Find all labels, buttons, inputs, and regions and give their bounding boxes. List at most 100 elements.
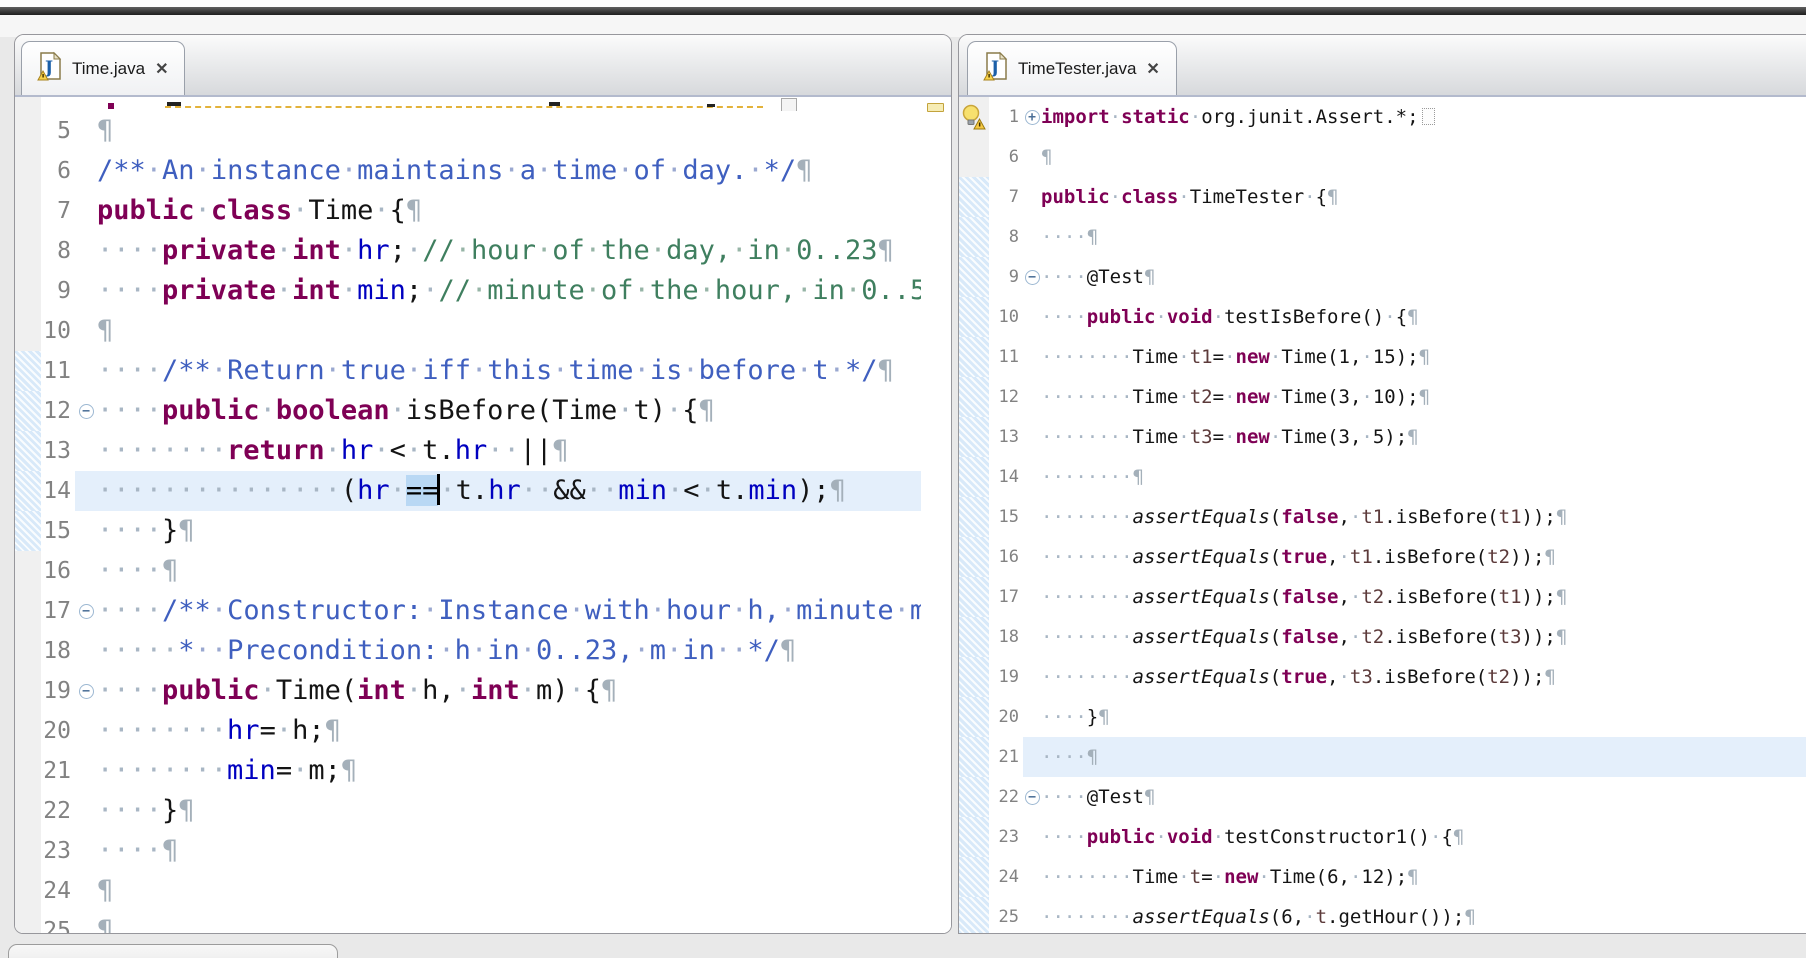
- annotation-gutter[interactable]: [15, 591, 41, 631]
- line-number[interactable]: 14: [41, 471, 75, 511]
- line-number[interactable]: 13: [41, 431, 75, 471]
- line-number[interactable]: 9: [41, 271, 75, 311]
- code-line-text[interactable]: ········Time·t2=·new·Time(3,·10);¶: [1041, 377, 1806, 417]
- change-indicator-bar[interactable]: [959, 457, 989, 497]
- fold-collapse-icon[interactable]: −: [1025, 790, 1040, 805]
- line-number[interactable]: 14: [989, 457, 1023, 497]
- code-line-text[interactable]: ········Time·t=·new·Time(6,·12);¶: [1041, 857, 1806, 897]
- code-line-text[interactable]: ····private·int·hr;·//·hour·of·the·day,·…: [97, 231, 951, 271]
- line-number[interactable]: 12: [989, 377, 1023, 417]
- line-number[interactable]: 8: [989, 217, 1023, 257]
- code-line-text[interactable]: ········assertEquals(false,·t1.isBefore(…: [1041, 497, 1806, 537]
- folded-region-box[interactable]: [1422, 108, 1435, 125]
- code-line-text[interactable]: /**·An·instance·maintains·a·time·of·day.…: [97, 151, 951, 191]
- line-number[interactable]: 24: [41, 871, 75, 911]
- fold-collapse-icon[interactable]: −: [79, 404, 94, 419]
- change-indicator-bar[interactable]: [959, 337, 989, 377]
- change-indicator-bar[interactable]: [959, 217, 989, 257]
- code-line-text[interactable]: ····@Test¶: [1041, 777, 1806, 817]
- code-line-text[interactable]: ····public·void·testIsBefore()·{¶: [1041, 297, 1806, 337]
- change-indicator-bar[interactable]: [959, 617, 989, 657]
- change-indicator-bar[interactable]: [959, 897, 989, 933]
- change-indicator-bar[interactable]: [959, 177, 989, 217]
- line-number[interactable]: 19: [989, 657, 1023, 697]
- line-number[interactable]: 11: [989, 337, 1023, 377]
- code-line-text[interactable]: ····public·boolean·isBefore(Time·t)·{¶: [97, 391, 951, 431]
- line-number[interactable]: 1: [989, 97, 1023, 137]
- annotation-gutter[interactable]: [15, 551, 41, 591]
- change-indicator-bar[interactable]: [959, 737, 989, 777]
- code-line-text[interactable]: ········¶: [1041, 457, 1806, 497]
- annotation-gutter[interactable]: [15, 911, 41, 933]
- code-line-text[interactable]: ····}¶: [97, 511, 951, 551]
- annotation-gutter[interactable]: [15, 751, 41, 791]
- change-indicator-bar[interactable]: [959, 577, 989, 617]
- line-number[interactable]: 6: [41, 151, 75, 191]
- line-number[interactable]: 17: [41, 591, 75, 631]
- annotation-gutter[interactable]: [15, 791, 41, 831]
- code-line-text[interactable]: public·class·TimeTester·{¶: [1041, 177, 1806, 217]
- code-line-text[interactable]: ····¶: [97, 551, 951, 591]
- line-number[interactable]: 18: [41, 631, 75, 671]
- line-number[interactable]: 24: [989, 857, 1023, 897]
- change-indicator-bar[interactable]: [959, 777, 989, 817]
- code-line-text[interactable]: ····/**·Return·true·iff·this·time·is·bef…: [97, 351, 951, 391]
- change-indicator-bar[interactable]: [959, 497, 989, 537]
- change-indicator-bar[interactable]: [15, 471, 41, 511]
- code-line-text[interactable]: ····}¶: [1041, 697, 1806, 737]
- code-line-text[interactable]: ····¶: [97, 831, 951, 871]
- code-line-text[interactable]: ········assertEquals(false,·t2.isBefore(…: [1041, 577, 1806, 617]
- line-number[interactable]: 13: [989, 417, 1023, 457]
- code-line-text[interactable]: ····private·int·min;·//·minute·of·the·ho…: [97, 271, 951, 311]
- change-indicator-bar[interactable]: [15, 351, 41, 391]
- fold-collapse-icon[interactable]: −: [1025, 270, 1040, 285]
- overview-ruler[interactable]: [921, 99, 951, 933]
- code-line-text[interactable]: ¶: [97, 311, 951, 351]
- code-editor-time-java[interactable]: 5 ¶ 6 /**·An·instance·maintains·a·time·of·d…: [15, 97, 951, 933]
- code-line-text[interactable]: ····@Test¶: [1041, 257, 1806, 297]
- change-indicator-bar[interactable]: [959, 857, 989, 897]
- change-indicator-bar[interactable]: [959, 417, 989, 457]
- line-number[interactable]: 11: [41, 351, 75, 391]
- change-indicator-bar[interactable]: [959, 537, 989, 577]
- tab-time-java[interactable]: J Time.java ✕: [21, 41, 185, 95]
- change-indicator-bar[interactable]: [959, 657, 989, 697]
- change-indicator-bar[interactable]: [959, 377, 989, 417]
- change-indicator-bar[interactable]: [15, 431, 41, 471]
- annotation-gutter[interactable]: [959, 137, 989, 177]
- code-line-text[interactable]: ········assertEquals(true,·t1.isBefore(t…: [1041, 537, 1806, 577]
- line-number[interactable]: 9: [989, 257, 1023, 297]
- code-line-text[interactable]: [97, 97, 951, 111]
- code-line-text[interactable]: ····}¶: [97, 791, 951, 831]
- fold-expand-icon[interactable]: +: [1025, 110, 1040, 125]
- line-number[interactable]: 7: [989, 177, 1023, 217]
- annotation-gutter[interactable]: [959, 97, 989, 137]
- line-number[interactable]: 10: [41, 311, 75, 351]
- line-number[interactable]: 6: [989, 137, 1023, 177]
- code-line-text[interactable]: ····/**·Constructor:·Instance·with·hour·…: [97, 591, 951, 631]
- code-line-text[interactable]: ···············(hr·==·t.hr··&&··min·<·t.…: [97, 471, 951, 511]
- tab-close-icon[interactable]: ✕: [1145, 59, 1160, 79]
- code-line-text[interactable]: ¶: [97, 911, 951, 933]
- fold-collapse-icon[interactable]: −: [79, 604, 94, 619]
- line-number[interactable]: 5: [41, 111, 75, 151]
- code-line-text[interactable]: import·static·org.junit.Assert.*;: [1041, 97, 1806, 137]
- code-line-text[interactable]: ········assertEquals(true,·t3.isBefore(t…: [1041, 657, 1806, 697]
- line-number[interactable]: 15: [41, 511, 75, 551]
- annotation-gutter[interactable]: [15, 271, 41, 311]
- line-number[interactable]: 23: [989, 817, 1023, 857]
- annotation-gutter[interactable]: [15, 111, 41, 151]
- tab-timetester-java[interactable]: J TimeTester.java ✕: [967, 41, 1177, 95]
- line-number[interactable]: 22: [989, 777, 1023, 817]
- annotation-gutter[interactable]: [15, 151, 41, 191]
- line-number[interactable]: 17: [989, 577, 1023, 617]
- line-number[interactable]: 18: [989, 617, 1023, 657]
- line-number[interactable]: 16: [41, 551, 75, 591]
- line-number[interactable]: 21: [989, 737, 1023, 777]
- line-number[interactable]: 25: [41, 911, 75, 933]
- code-line-text[interactable]: ········Time·t3=·new·Time(3,·5);¶: [1041, 417, 1806, 457]
- line-number[interactable]: 20: [989, 697, 1023, 737]
- code-line-text[interactable]: ········min=·m;¶: [97, 751, 951, 791]
- change-indicator-bar[interactable]: [15, 511, 41, 551]
- code-line-text[interactable]: ¶: [97, 111, 951, 151]
